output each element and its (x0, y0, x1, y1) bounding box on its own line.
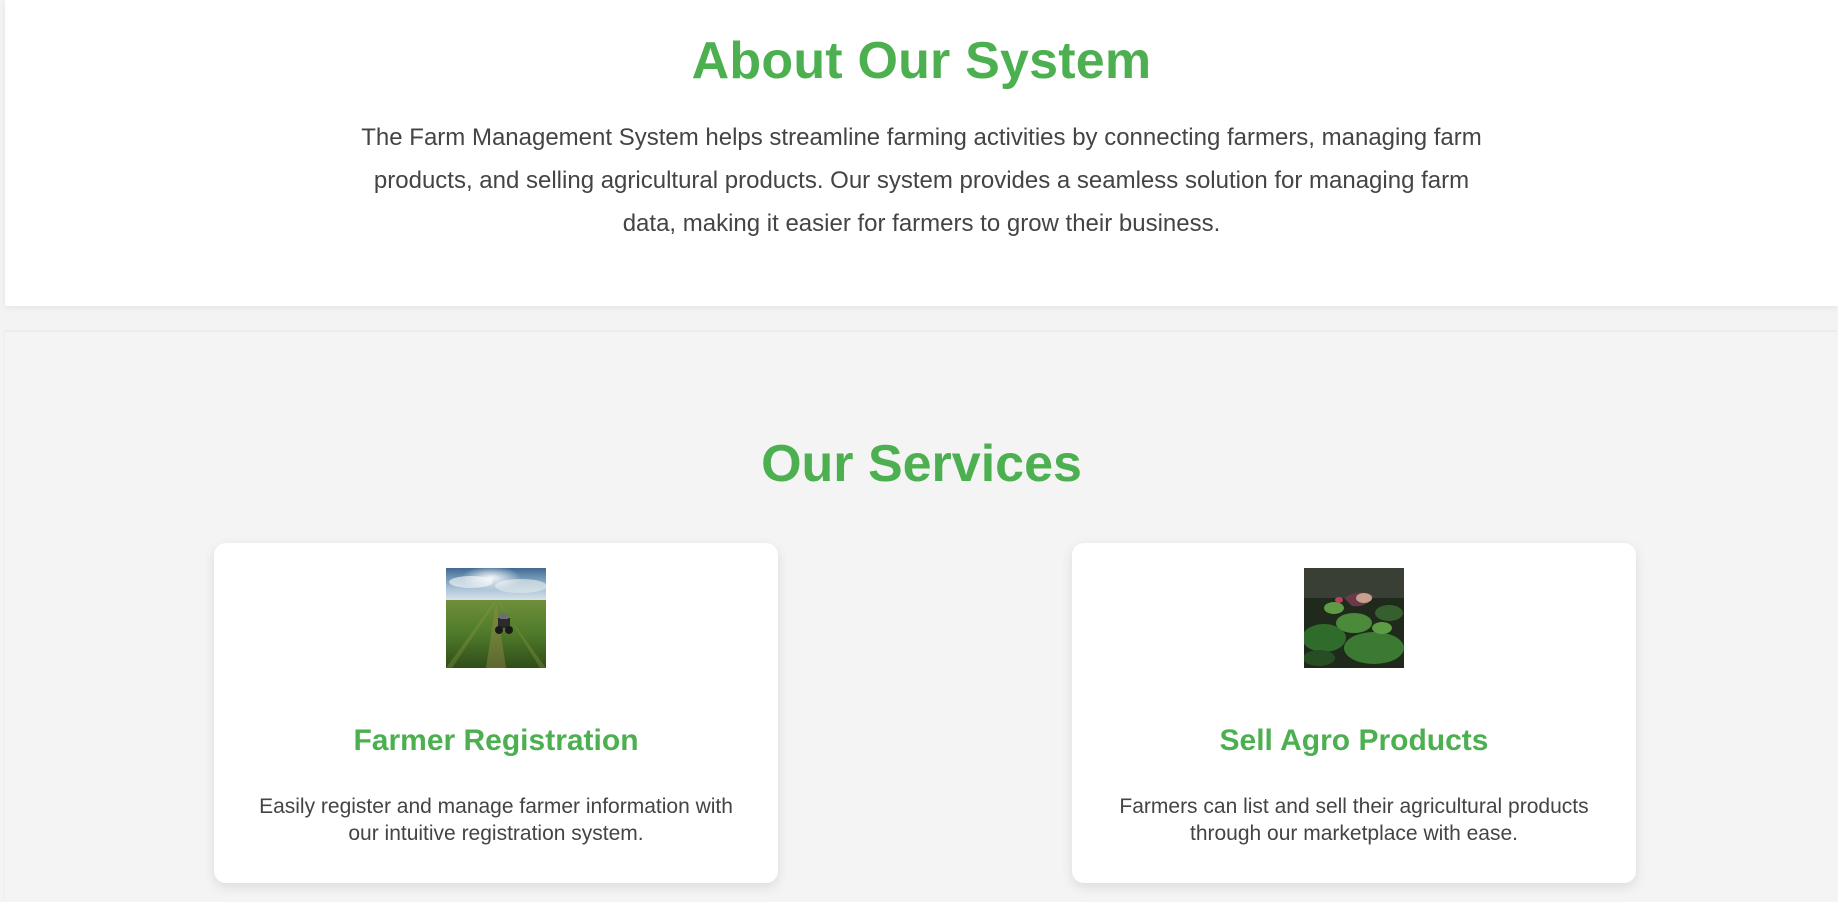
services-section: Our Services Farmer Registration Easily … (5, 332, 1838, 902)
service-description: Farmers can list and sell their agricult… (1119, 795, 1589, 845)
services-title: Our Services (761, 435, 1082, 493)
service-title: Sell Agro Products (1219, 724, 1489, 757)
plants-harvest-image (1304, 568, 1404, 668)
service-card-sell-agro-products[interactable]: Sell Agro Products Farmers can list and … (1072, 543, 1636, 883)
service-title: Farmer Registration (353, 724, 639, 757)
service-description: Easily register and manage farmer inform… (259, 795, 733, 845)
service-card-farmer-registration[interactable]: Farmer Registration Easily register and … (214, 543, 778, 883)
about-title: About Our System (691, 32, 1152, 90)
about-description: The Farm Management System helps streaml… (361, 124, 1482, 237)
about-section: About Our System The Farm Management Sys… (5, 0, 1838, 306)
tractor-field-image (446, 568, 546, 668)
